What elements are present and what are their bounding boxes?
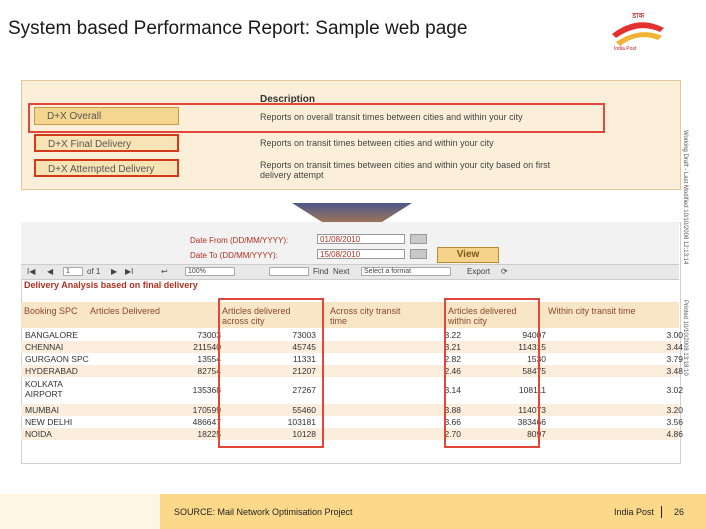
table-row: NEW DELHI 486647 103181 3.66 383466 3.56: [21, 416, 683, 428]
page-number-input[interactable]: 1: [63, 267, 83, 276]
within-city-highlight: [444, 298, 540, 448]
next-page-icon[interactable]: ▶: [111, 267, 117, 276]
report-title: Delivery Analysis based on final deliver…: [24, 280, 198, 290]
cell-articles-delivered: 82754: [197, 366, 221, 376]
date-from-label: Date From (DD/MM/YYYY):: [190, 236, 289, 245]
cell-articles-delivered: 135368: [192, 385, 221, 395]
option-final-delivery-button[interactable]: D+X Final Delivery: [34, 134, 179, 152]
calendar-from-icon[interactable]: [410, 234, 427, 244]
report-toolbar: I◀ ◀ 1 of 1 ▶ ▶I ↩ 100% Find Next Select…: [21, 264, 679, 280]
cell-articles-delivered: 13554: [197, 354, 221, 364]
table-row: HYDERABAD 82754 21207 2.46 58475 3.48: [21, 365, 683, 377]
footer-source: SOURCE: Mail Network Optimisation Projec…: [174, 507, 353, 517]
table-row: KOLKATA AIRPORT 135368 27267 3.14 108111 3.02: [21, 378, 683, 402]
cell-booking-spc: HYDERABAD: [25, 366, 78, 376]
page-count: of 1: [87, 267, 101, 276]
option-attempted-delivery-button[interactable]: D+X Attempted Delivery: [34, 159, 179, 177]
prev-page-icon[interactable]: ◀: [47, 267, 53, 276]
cell-within-time: 3.20: [666, 405, 683, 415]
last-page-icon[interactable]: ▶I: [125, 267, 133, 276]
zoom-select[interactable]: 100%: [185, 267, 235, 276]
cell-within-time: 3.56: [666, 417, 683, 427]
cell-within-time: 3.48: [666, 366, 683, 376]
col-header-booking-spc[interactable]: Booking SPC: [24, 306, 78, 316]
cell-articles-delivered: 73003: [197, 330, 221, 340]
cell-booking-spc: CHENNAI: [25, 342, 64, 352]
back-icon[interactable]: ↩: [161, 267, 168, 276]
cell-articles-delivered: 170599: [192, 405, 221, 415]
first-page-icon[interactable]: I◀: [27, 267, 35, 276]
option-final-delivery-description: Reports on transit times between cities …: [260, 138, 494, 148]
col-header-within-time[interactable]: Within city transit time: [548, 306, 658, 316]
cell-articles-delivered: 18225: [197, 429, 221, 439]
page-number: 26: [674, 507, 685, 517]
cell-booking-spc: KOLKATA AIRPORT: [25, 379, 63, 399]
refresh-icon[interactable]: ⟳: [501, 267, 508, 276]
col-header-articles-delivered[interactable]: Articles Delivered: [90, 306, 160, 316]
find-link[interactable]: Find: [313, 267, 329, 276]
logo-brand-text: India Post: [614, 46, 637, 52]
col-header-across-time[interactable]: Across city transit time: [330, 306, 420, 326]
cell-booking-spc: GURGAON SPC: [25, 354, 89, 364]
find-input[interactable]: [269, 267, 309, 276]
table-row: GURGAON SPC 13554 11331 2.82 1530 3.79: [21, 353, 683, 365]
date-from-input[interactable]: 01/08/2010: [317, 234, 405, 244]
view-button[interactable]: View: [437, 247, 499, 263]
cell-booking-spc: MUMBAI: [25, 405, 59, 415]
export-format-select[interactable]: Select a format: [361, 267, 451, 276]
cell-articles-delivered: 211540: [193, 342, 221, 352]
cell-articles-delivered: 486647: [192, 417, 221, 427]
date-to-label: Date To (DD/MM/YYYY):: [190, 251, 278, 260]
table-row: CHENNAI 211540 45745 3.21 114315 3.44: [21, 341, 683, 353]
side-note-draft: Working Draft - Last Modified 10/10/2008…: [682, 130, 688, 265]
svg-text:डाक: डाक: [631, 11, 645, 20]
next-link[interactable]: Next: [333, 267, 349, 276]
cell-booking-spc: BANGALORE: [25, 330, 78, 340]
highlight-frame: [28, 103, 605, 133]
date-to-input[interactable]: 15/08/2010: [317, 249, 405, 259]
cell-booking-spc: NOIDA: [25, 429, 52, 439]
table-row: BANGALORE 73003 73003 3.22 94007 3.00: [21, 329, 683, 341]
table-row: MUMBAI 170599 55460 3.88 114073 3.20: [21, 404, 683, 416]
page-title: System based Performance Report: Sample …: [8, 18, 468, 39]
calendar-to-icon[interactable]: [410, 249, 427, 259]
across-city-highlight: [218, 298, 324, 448]
table-row: NOIDA 18225 10128 2.70 8097 4.86: [21, 428, 683, 440]
option-attempted-delivery-description: Reports on transit times between cities …: [260, 160, 551, 180]
cell-within-time: 3.79: [666, 354, 683, 364]
cell-booking-spc: NEW DELHI: [25, 417, 73, 427]
export-link[interactable]: Export: [467, 267, 490, 276]
footer-brand: India Post: [614, 507, 655, 517]
cell-within-time: 3.44: [666, 342, 683, 352]
india-post-logo-icon: डाक: [612, 11, 664, 46]
footer-divider: [661, 506, 662, 518]
cell-within-time: 4.86: [666, 429, 683, 439]
cell-within-time: 3.02: [666, 385, 683, 395]
footer-band-left: [0, 494, 160, 529]
side-note-printed: Printed 10/10/2008 13:18:10: [682, 300, 688, 376]
cell-within-time: 3.00: [666, 330, 683, 340]
